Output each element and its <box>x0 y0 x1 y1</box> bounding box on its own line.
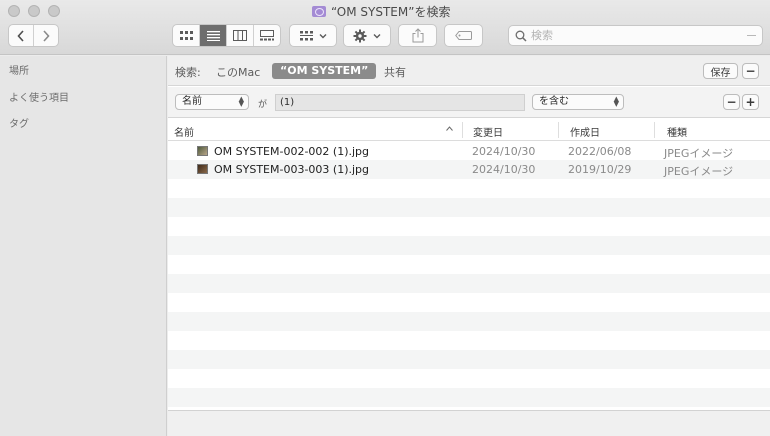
sidebar-section-favorites[interactable]: よく使う項目 <box>9 89 69 104</box>
row-stripe <box>168 312 770 331</box>
sort-ascending-icon <box>446 126 453 131</box>
popup-arrows-icon: ▲ ▼ <box>613 95 619 108</box>
operator-value: を含む <box>539 96 569 107</box>
minimize-window-button[interactable] <box>28 5 40 17</box>
scope-shared[interactable]: 共有 <box>384 64 406 80</box>
gallery-view-button[interactable] <box>254 25 280 46</box>
row-stripe <box>168 350 770 369</box>
column-kind[interactable]: 種類 <box>667 124 687 139</box>
save-search-label: 保存 <box>710 67 731 79</box>
scope-this-mac[interactable]: このMac <box>216 64 260 80</box>
group-by-button[interactable] <box>289 24 337 47</box>
criteria-value-field[interactable]: (1) <box>275 94 525 111</box>
file-name: OM SYSTEM-002-002 (1).jpg <box>214 145 370 158</box>
column-view-icon <box>233 30 247 41</box>
search-icon <box>515 30 527 42</box>
sidebar-section-locations[interactable]: 場所 <box>9 62 29 77</box>
sidebar-section-tags[interactable]: タグ <box>9 115 29 130</box>
icon-view-icon <box>179 30 193 40</box>
search-results-pane: 検索: このMac “OM SYSTEM” 共有 保存 − 名前 ▲ ▼ が (1… <box>168 56 770 436</box>
column-view-button[interactable] <box>227 25 254 46</box>
criteria-connector: が <box>258 100 268 110</box>
file-kind: JPEGイメージ <box>664 147 734 160</box>
chevron-left-icon <box>17 29 24 42</box>
scope-label: 検索: <box>175 66 201 79</box>
column-divider[interactable] <box>654 122 655 138</box>
attribute-value: 名前 <box>182 96 202 107</box>
file-list: OM SYSTEM-002-002 (1).jpg 2024/10/30 202… <box>168 142 770 408</box>
remove-scope-button[interactable]: − <box>742 63 759 79</box>
close-window-button[interactable] <box>8 5 20 17</box>
list-view-icon <box>206 30 220 41</box>
list-view-button[interactable] <box>200 25 227 46</box>
smart-folder-icon <box>312 5 326 17</box>
action-menu-button[interactable] <box>343 24 391 47</box>
file-name: OM SYSTEM-003-003 (1).jpg <box>214 163 370 176</box>
row-stripe <box>168 236 770 255</box>
scope-current-folder[interactable]: “OM SYSTEM” <box>272 63 377 79</box>
tag-icon <box>455 31 472 40</box>
file-row[interactable]: OM SYSTEM-002-002 (1).jpg 2024/10/30 202… <box>168 142 770 160</box>
search-scope-bar: 検索: このMac “OM SYSTEM” 共有 保存 − <box>168 56 770 86</box>
row-stripe <box>168 198 770 217</box>
column-divider[interactable] <box>462 122 463 138</box>
minus-icon: − <box>726 95 737 109</box>
minus-icon: − <box>745 64 756 78</box>
column-header: 名前 変更日 作成日 種類 <box>168 119 770 141</box>
file-created: 2022/06/08 <box>568 145 632 158</box>
view-mode-control <box>172 24 281 47</box>
column-divider[interactable] <box>558 122 559 138</box>
icon-view-button[interactable] <box>173 25 200 46</box>
column-modified[interactable]: 変更日 <box>473 124 503 139</box>
search-clear-icon[interactable] <box>747 35 756 36</box>
file-created: 2019/10/29 <box>568 163 632 176</box>
jpeg-thumbnail-icon <box>197 146 208 156</box>
attribute-popup[interactable]: 名前 ▲ ▼ <box>175 94 249 110</box>
jpeg-thumbnail-icon <box>197 164 208 174</box>
window-toolbar: “OM SYSTEM”を検索 <box>0 0 770 55</box>
gallery-view-icon <box>260 30 274 41</box>
chevron-down-icon <box>373 33 381 38</box>
chevron-right-icon <box>43 29 50 42</box>
group-by-icon <box>299 30 313 40</box>
forward-button[interactable] <box>34 25 58 46</box>
zoom-window-button[interactable] <box>48 5 60 17</box>
file-row[interactable]: OM SYSTEM-003-003 (1).jpg 2024/10/30 201… <box>168 160 770 178</box>
add-criteria-button[interactable]: + <box>742 94 759 110</box>
window-title-bar: “OM SYSTEM”を検索 <box>312 3 450 19</box>
search-input[interactable] <box>531 29 731 42</box>
column-created[interactable]: 作成日 <box>570 124 600 139</box>
edit-tags-button[interactable] <box>444 24 483 47</box>
remove-criteria-button[interactable]: − <box>723 94 740 110</box>
gear-icon <box>353 29 367 42</box>
search-field[interactable] <box>508 25 763 46</box>
file-modified: 2024/10/30 <box>472 163 536 176</box>
popup-arrows-icon: ▲ ▼ <box>238 95 244 108</box>
share-button[interactable] <box>398 24 437 47</box>
column-name[interactable]: 名前 <box>174 124 194 139</box>
sidebar: 場所 よく使う項目 タグ <box>0 56 167 436</box>
plus-icon: + <box>745 95 756 109</box>
operator-popup[interactable]: を含む ▲ ▼ <box>532 94 624 110</box>
chevron-down-icon <box>319 33 326 38</box>
navigation-buttons <box>8 24 59 47</box>
file-kind: JPEGイメージ <box>664 165 734 178</box>
back-button[interactable] <box>9 25 34 46</box>
row-stripe <box>168 388 770 407</box>
status-bar <box>168 410 770 436</box>
window-title: “OM SYSTEM”を検索 <box>331 4 451 19</box>
file-modified: 2024/10/30 <box>472 145 536 158</box>
row-stripe <box>168 274 770 293</box>
share-icon <box>412 28 423 43</box>
save-search-button[interactable]: 保存 <box>703 63 738 79</box>
search-criteria-row: 名前 ▲ ▼ が (1) を含む ▲ ▼ − + <box>168 87 770 118</box>
